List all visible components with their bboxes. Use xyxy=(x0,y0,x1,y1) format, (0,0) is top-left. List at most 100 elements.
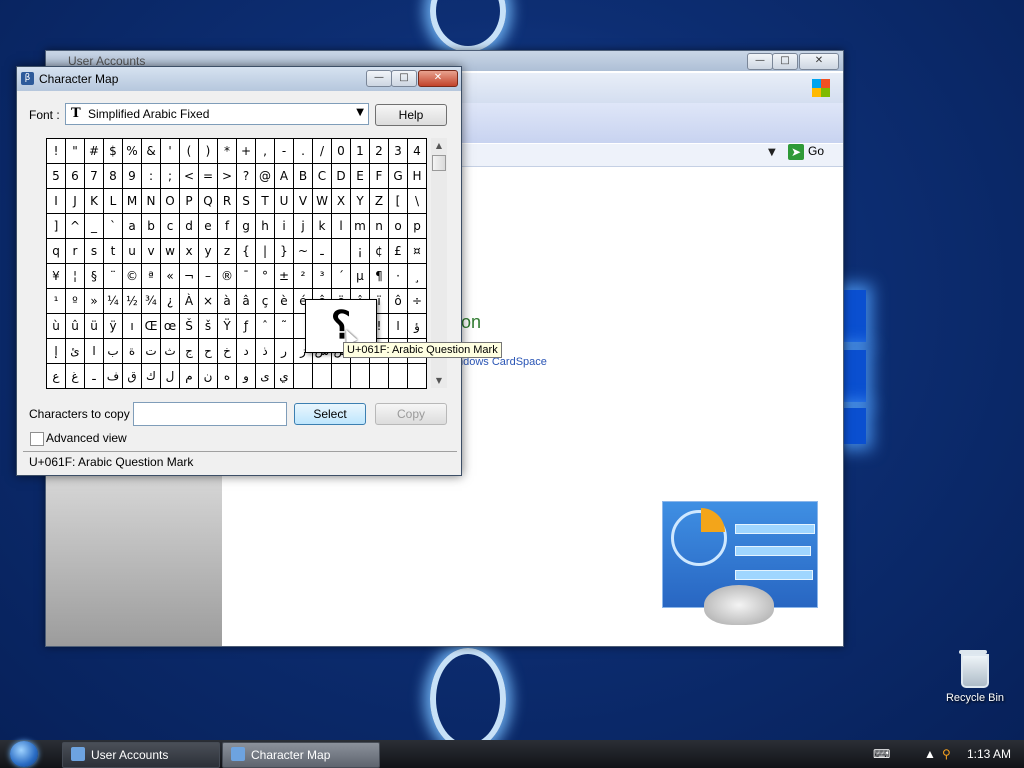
char-cell[interactable]: ¥ xyxy=(47,264,66,289)
char-cell[interactable]: 5 xyxy=(47,164,66,189)
char-cell[interactable]: ´ xyxy=(332,264,351,289)
char-cell[interactable]: q xyxy=(47,239,66,264)
char-cell[interactable] xyxy=(408,364,427,389)
char-cell[interactable]: ƒ xyxy=(237,314,256,339)
char-cell[interactable]: œ xyxy=(161,314,180,339)
keyboard-icon[interactable]: ⌨ xyxy=(873,747,890,761)
char-cell[interactable]: غ xyxy=(66,364,85,389)
char-cell[interactable]: ˆ xyxy=(256,314,275,339)
char-cell[interactable]: ت xyxy=(142,339,161,364)
char-cell[interactable]: g xyxy=(237,214,256,239)
char-cell[interactable]: ~ xyxy=(294,239,313,264)
char-cell[interactable]: O xyxy=(161,189,180,214)
char-cell[interactable]: ? xyxy=(237,164,256,189)
char-cell[interactable]: â xyxy=(237,289,256,314)
char-cell[interactable]: F xyxy=(370,164,389,189)
char-cell[interactable]: L xyxy=(104,189,123,214)
characters-to-copy-input[interactable] xyxy=(133,402,287,426)
char-cell[interactable]: A xyxy=(275,164,294,189)
char-cell[interactable]: * xyxy=(218,139,237,164)
character-map-window[interactable]: β Character Map — □ ✕ Font : T Simplifie… xyxy=(16,66,502,476)
char-cell[interactable]: , xyxy=(256,139,275,164)
char-cell[interactable]: ¡ xyxy=(351,239,370,264)
char-cell[interactable]: ¦ xyxy=(66,264,85,289)
recycle-bin[interactable]: Recycle Bin xyxy=(940,650,1010,704)
minimize-button[interactable]: — xyxy=(747,53,773,70)
char-cell[interactable]: k xyxy=(313,214,332,239)
char-cell[interactable]: I xyxy=(47,189,66,214)
char-cell[interactable]: 3 xyxy=(389,139,408,164)
char-cell[interactable]: ر xyxy=(275,339,294,364)
go-button[interactable]: ➤ Go xyxy=(788,144,824,164)
char-cell[interactable]: > xyxy=(218,164,237,189)
char-cell[interactable]: ي xyxy=(275,364,294,389)
char-cell[interactable]: ـ xyxy=(85,364,104,389)
char-cell[interactable]: ÿ xyxy=(104,314,123,339)
charmap-maximize-button[interactable]: □ xyxy=(391,70,417,87)
char-cell[interactable]: ¹ xyxy=(47,289,66,314)
char-cell[interactable] xyxy=(370,364,389,389)
char-cell[interactable]: 9 xyxy=(123,164,142,189)
char-cell[interactable]: ÷ xyxy=(408,289,427,314)
char-cell[interactable]: Q xyxy=(199,189,218,214)
char-cell[interactable]: ü xyxy=(85,314,104,339)
char-cell[interactable]: \ xyxy=(408,189,427,214)
char-cell[interactable]: R xyxy=(218,189,237,214)
char-cell[interactable]: Z xyxy=(370,189,389,214)
char-cell[interactable]: N xyxy=(142,189,161,214)
char-cell[interactable]: - xyxy=(275,139,294,164)
char-cell[interactable]: X xyxy=(332,189,351,214)
char-cell[interactable]: " xyxy=(66,139,85,164)
charmap-titlebar[interactable]: β Character Map — □ ✕ xyxy=(17,67,461,91)
char-cell[interactable]: ¿ xyxy=(161,289,180,314)
char-cell[interactable]: ® xyxy=(218,264,237,289)
char-cell[interactable]: y xyxy=(199,239,218,264)
char-cell[interactable]: û xyxy=(66,314,85,339)
char-cell[interactable]: ! xyxy=(47,139,66,164)
char-cell[interactable]: خ xyxy=(218,339,237,364)
scroll-up-icon[interactable]: ▲ xyxy=(431,141,447,150)
char-cell[interactable]: ¾ xyxy=(142,289,161,314)
clock[interactable]: 1:13 AM xyxy=(967,747,1011,761)
char-cell[interactable]: < xyxy=(180,164,199,189)
char-cell[interactable]: ` xyxy=(104,214,123,239)
char-cell[interactable]: ة xyxy=(123,339,142,364)
char-cell[interactable]: v xyxy=(142,239,161,264)
char-cell[interactable]: s xyxy=(85,239,104,264)
maximize-button[interactable]: □ xyxy=(772,53,798,70)
char-cell[interactable]: ' xyxy=(161,139,180,164)
char-cell[interactable]: m xyxy=(351,214,370,239)
char-cell[interactable]: i xyxy=(275,214,294,239)
char-cell[interactable]: ] xyxy=(47,214,66,239)
char-cell[interactable]: ئ xyxy=(66,339,85,364)
char-cell[interactable]: ı xyxy=(123,314,142,339)
start-button[interactable] xyxy=(10,741,38,767)
char-cell[interactable]: د xyxy=(237,339,256,364)
char-cell[interactable] xyxy=(294,364,313,389)
char-cell[interactable]: º xyxy=(66,289,85,314)
char-cell[interactable]: D xyxy=(332,164,351,189)
char-cell[interactable]: ث xyxy=(161,339,180,364)
char-cell[interactable]: H xyxy=(408,164,427,189)
advanced-view-checkbox[interactable] xyxy=(30,432,44,446)
char-cell[interactable]: 7 xyxy=(85,164,104,189)
char-cell[interactable]: ˜ xyxy=(275,314,294,339)
char-cell[interactable]: ح xyxy=(199,339,218,364)
char-cell[interactable] xyxy=(389,364,408,389)
charmap-close-button[interactable]: ✕ xyxy=(418,70,458,87)
char-cell[interactable]: / xyxy=(313,139,332,164)
char-cell[interactable]: م xyxy=(180,364,199,389)
char-cell[interactable]: 4 xyxy=(408,139,427,164)
char-cell[interactable] xyxy=(332,239,351,264)
char-cell[interactable]: – xyxy=(199,264,218,289)
char-cell[interactable]: ^ xyxy=(66,214,85,239)
char-cell[interactable]: ¸ xyxy=(408,264,427,289)
char-cell[interactable]: š xyxy=(199,314,218,339)
char-cell[interactable]: U xyxy=(275,189,294,214)
char-cell[interactable]: ¯ xyxy=(237,264,256,289)
char-cell[interactable]: « xyxy=(161,264,180,289)
char-cell[interactable]: ؤ xyxy=(408,314,427,339)
char-cell[interactable]: E xyxy=(351,164,370,189)
char-cell[interactable]: % xyxy=(123,139,142,164)
char-cell[interactable]: ف xyxy=(104,364,123,389)
